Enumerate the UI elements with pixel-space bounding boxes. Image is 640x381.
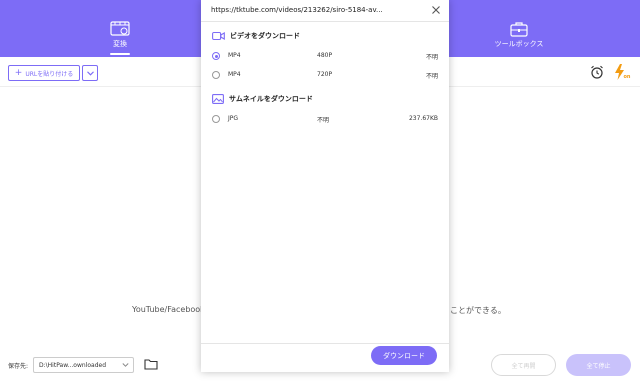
film-convert-icon	[110, 21, 130, 36]
thumbnail-option-row[interactable]: JPG 不明 237.67KB	[212, 114, 438, 126]
chevron-down-icon	[86, 70, 94, 76]
option-size: 不明	[425, 73, 438, 80]
save-path-value: D:\HitPaw...ownloaded	[39, 361, 107, 369]
download-button[interactable]: ダウンロード	[371, 346, 437, 365]
empty-state-description-right: ることができる。	[442, 306, 506, 315]
thumbnail-section-title: サムネイルをダウンロード	[229, 95, 313, 103]
option-resolution: 480P	[317, 52, 333, 59]
folder-icon[interactable]	[144, 358, 158, 370]
video-option-row[interactable]: MP4 480P 不明	[212, 51, 438, 63]
close-icon[interactable]	[431, 5, 441, 15]
stop-all-button[interactable]: 全て停止	[566, 354, 631, 376]
add-url-button[interactable]: + URLを貼り付ける	[8, 65, 80, 81]
alarm-clock-icon[interactable]	[590, 65, 604, 79]
radio-button[interactable]	[212, 71, 220, 79]
option-resolution: 不明	[317, 117, 330, 124]
radio-button[interactable]	[212, 52, 220, 60]
resume-all-button[interactable]: 全て再開	[491, 354, 556, 376]
option-format: MP4	[228, 71, 241, 78]
thumbnail-section-header: サムネイルをダウンロード	[212, 94, 313, 104]
plus-icon: +	[14, 67, 23, 78]
video-section-title: ビデオをダウンロード	[230, 32, 300, 40]
video-section-header: ビデオをダウンロード	[212, 31, 300, 41]
chevron-down-icon	[122, 363, 129, 367]
boost-lightning-icon[interactable]: on	[613, 64, 631, 80]
video-camera-icon	[212, 31, 225, 41]
nav-convert-label: 変換	[113, 40, 127, 48]
nav-toolbox[interactable]: ツールボックス	[479, 21, 559, 49]
radio-button[interactable]	[212, 115, 220, 123]
download-options-dialog: https://tktube.com/videos/213262/siro-51…	[201, 0, 449, 372]
option-format: MP4	[228, 52, 241, 59]
nav-convert[interactable]: 変換	[80, 21, 160, 55]
save-path-select[interactable]: D:\HitPaw...ownloaded	[33, 357, 134, 373]
svg-text:on: on	[624, 74, 631, 80]
save-to-label: 保存先:	[8, 363, 29, 370]
option-format: JPG	[228, 115, 239, 122]
option-size: 不明	[425, 54, 438, 61]
dialog-header: https://tktube.com/videos/213262/siro-51…	[201, 0, 449, 22]
option-size: 237.67KB	[408, 115, 438, 122]
image-icon	[212, 94, 224, 104]
toolbox-icon	[510, 22, 528, 37]
add-url-dropdown[interactable]	[82, 65, 98, 81]
add-url-label: URLを貼り付ける	[25, 70, 74, 78]
nav-toolbox-label: ツールボックス	[494, 40, 544, 48]
empty-state-description-left: YouTube/Facebook/	[132, 305, 208, 314]
video-url: https://tktube.com/videos/213262/siro-51…	[211, 6, 383, 14]
option-resolution: 720P	[317, 71, 333, 78]
video-option-row[interactable]: MP4 720P 不明	[212, 70, 438, 82]
